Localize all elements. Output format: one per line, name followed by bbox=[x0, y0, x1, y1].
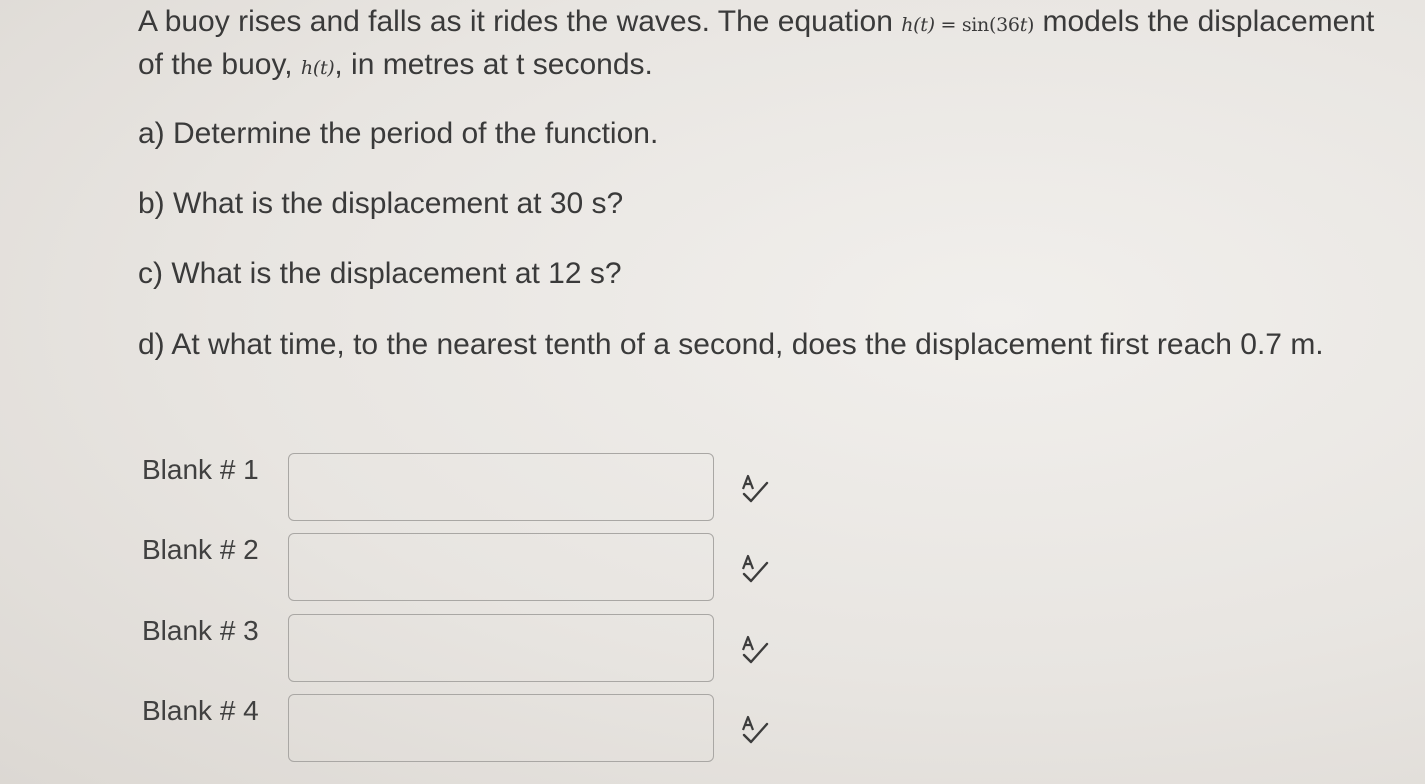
spellcheck-icon-svg bbox=[741, 635, 769, 664]
inline-function-text: h(t) bbox=[300, 57, 335, 79]
blank-label: Blank # 1 bbox=[142, 454, 259, 485]
spellcheck-icon[interactable] bbox=[738, 634, 772, 668]
equation-equals: = bbox=[934, 14, 962, 36]
question-intro: A buoy rises and falls as it rides the w… bbox=[138, 2, 1378, 88]
blank-label: Blank # 2 bbox=[142, 534, 259, 565]
equation-rhs-var: t bbox=[1019, 14, 1028, 36]
blank-input-2[interactable] bbox=[288, 533, 714, 601]
question-part-c: c) What is the displacement at 12 s? bbox=[138, 257, 622, 290]
question-part-d: d) At what time, to the nearest tenth of… bbox=[138, 328, 1324, 361]
blank-label: Blank # 3 bbox=[142, 615, 259, 646]
equation: h(t) = sin(36t) bbox=[901, 14, 1034, 36]
spellcheck-icon[interactable] bbox=[738, 714, 772, 748]
equation-lhs: h(t) bbox=[901, 14, 935, 36]
spellcheck-icon[interactable] bbox=[738, 553, 772, 587]
inline-function: h(t) bbox=[301, 57, 335, 79]
intro-text-1: A buoy rises and falls as it rides the w… bbox=[138, 5, 902, 38]
blank-label: Blank # 4 bbox=[142, 695, 259, 726]
blank-input-1[interactable] bbox=[288, 453, 714, 521]
question-text: A buoy rises and falls as it rides the w… bbox=[138, 2, 1378, 88]
intro-text-3: , in metres at t seconds. bbox=[334, 48, 653, 81]
blank-input-3[interactable] bbox=[288, 614, 714, 682]
spellcheck-icon-svg bbox=[741, 554, 769, 583]
equation-rhs: sin(36 bbox=[961, 14, 1020, 36]
spellcheck-icon-svg bbox=[741, 474, 769, 503]
spellcheck-icon-svg bbox=[741, 715, 769, 744]
blank-input-4[interactable] bbox=[288, 694, 714, 762]
spellcheck-icon[interactable] bbox=[738, 473, 772, 507]
question-part-b: b) What is the displacement at 30 s? bbox=[138, 187, 624, 220]
question-part-a: a) Determine the period of the function. bbox=[138, 117, 659, 150]
